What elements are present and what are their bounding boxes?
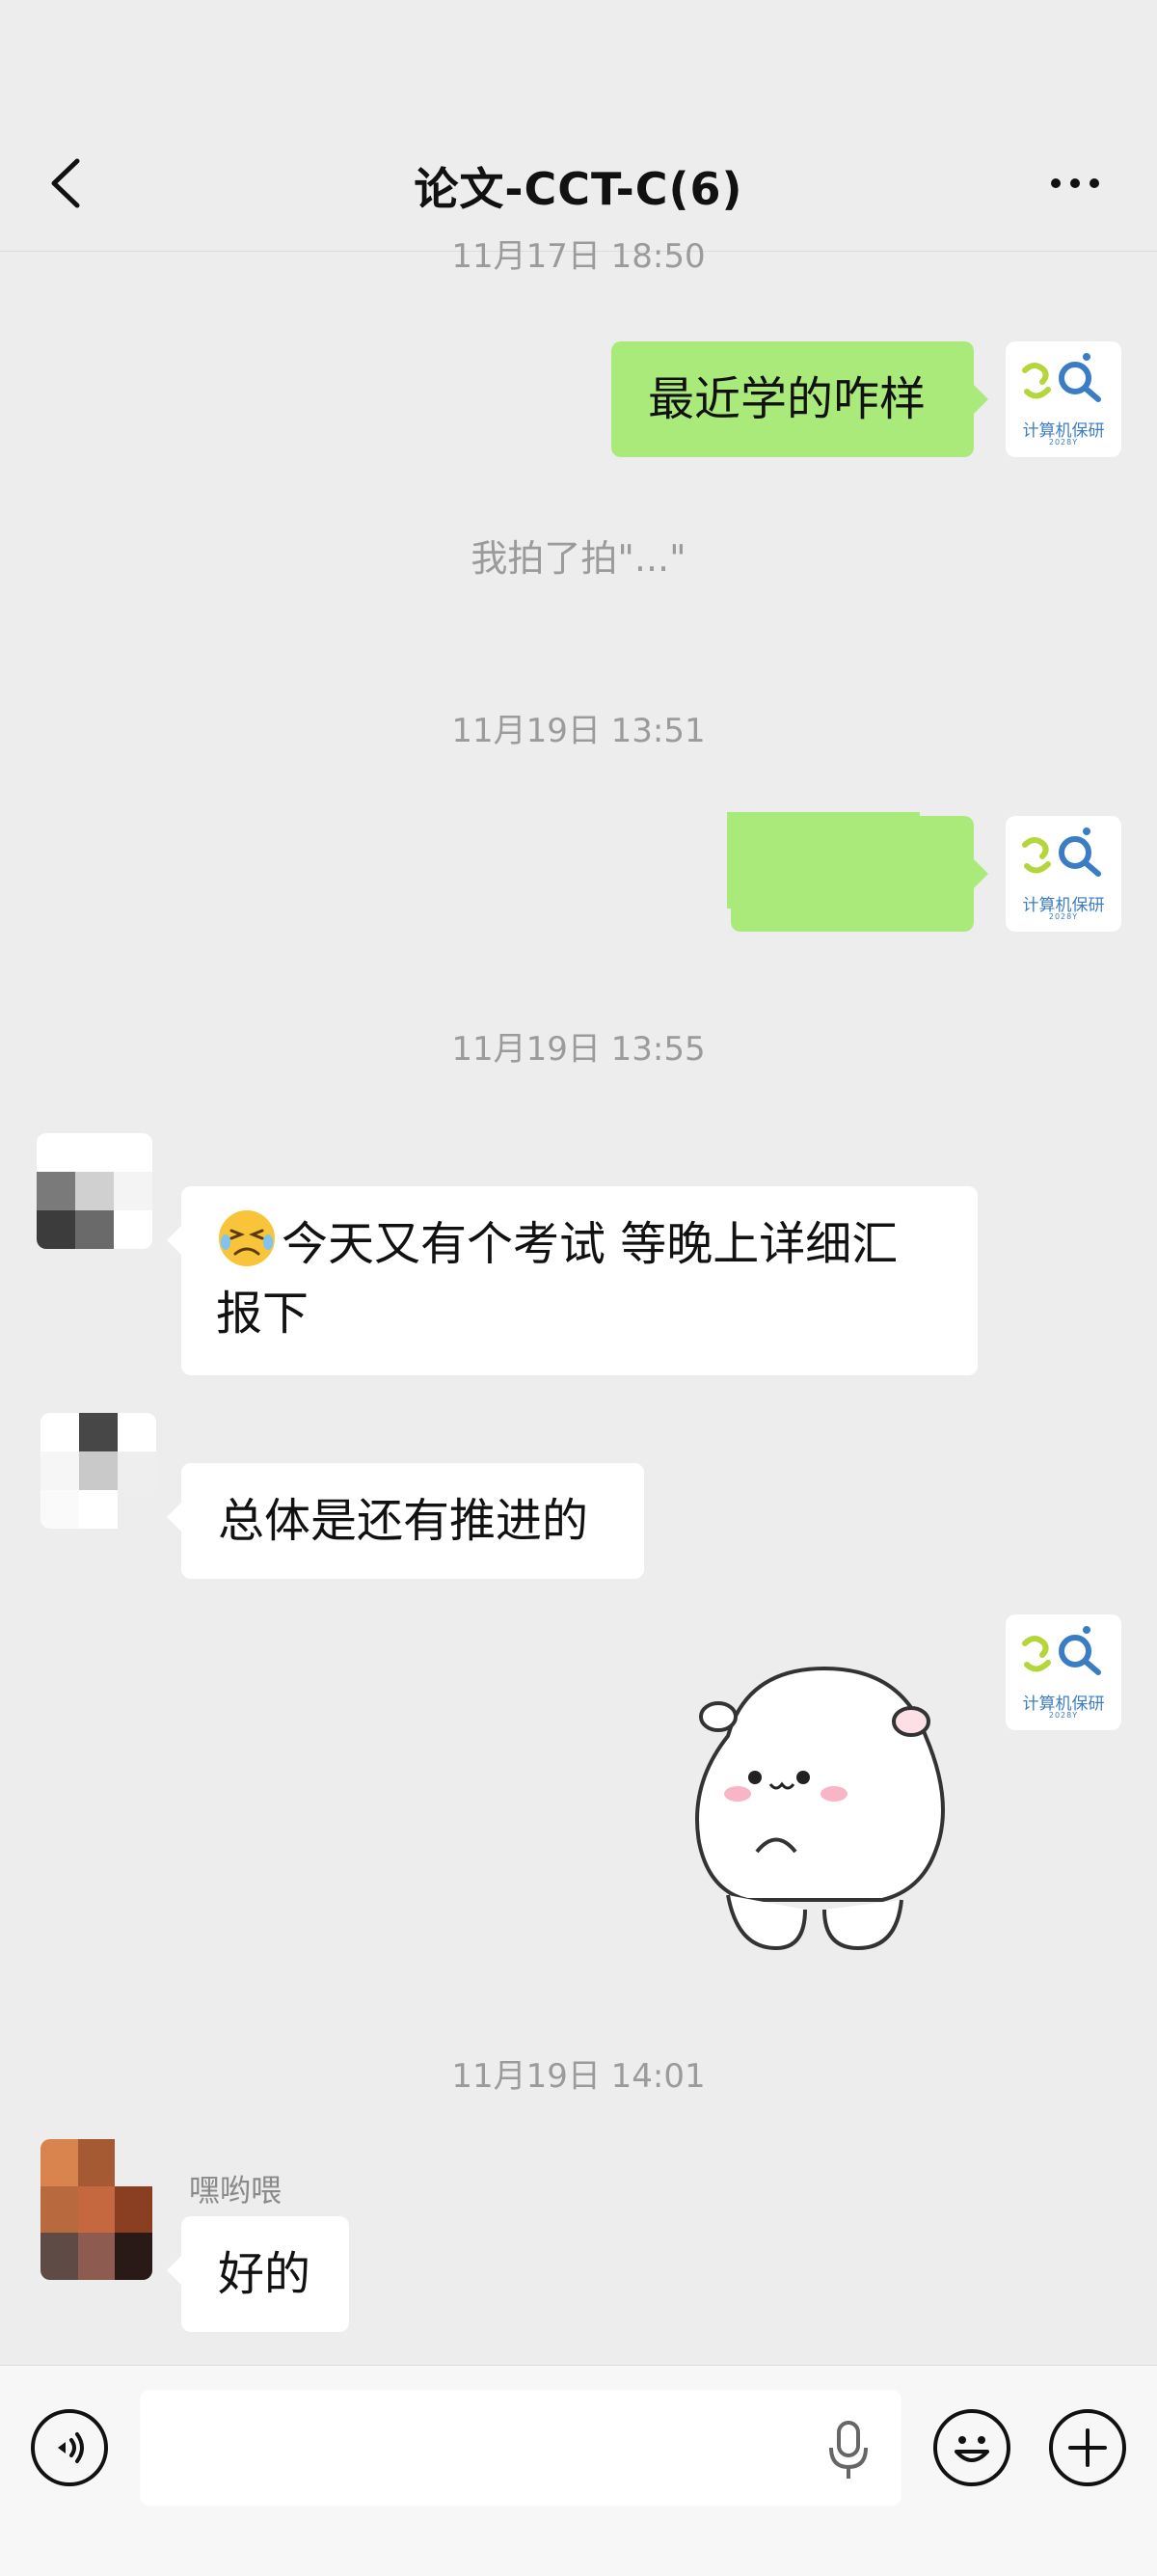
- more-options-button[interactable]: [1041, 164, 1109, 203]
- avatar-pixel: [75, 1210, 114, 1249]
- more-dot: [1090, 178, 1099, 188]
- message-text: 今天又有个考试 等晚上详细汇报下: [216, 1217, 899, 1341]
- bubble-tail: [167, 1225, 182, 1256]
- logo-icon: [1022, 353, 1101, 402]
- persevering-face-emoji: [219, 1210, 275, 1266]
- contact-avatar[interactable]: [40, 1413, 156, 1529]
- smiley-icon: [955, 2436, 989, 2462]
- my-avatar[interactable]: 计算机保研 2028Y: [1006, 1614, 1121, 1730]
- voice-mode-icon: [58, 2432, 84, 2463]
- message-bubble-mine[interactable]: 最近学的咋样: [611, 341, 988, 457]
- my-avatar[interactable]: 计算机保研 2028Y: [1006, 341, 1121, 457]
- message-bubble-other[interactable]: 总体是还有推进的: [167, 1463, 644, 1579]
- bubble-tail: [167, 1502, 182, 1532]
- avatar-pixel: [115, 2139, 152, 2186]
- message-bubble-other[interactable]: 好的: [167, 2216, 349, 2332]
- system-message: 我拍了拍"...": [0, 529, 1157, 582]
- avatar-pixel: [75, 1172, 114, 1210]
- sender-name: 嘿哟喂: [189, 2172, 283, 2209]
- avatar-pixel: [40, 1490, 79, 1529]
- avatar-pixel: [114, 1133, 152, 1172]
- avatar-pixel: [79, 1490, 118, 1529]
- avatar-pixel: [40, 2139, 78, 2186]
- chat-title: 论文-CCT-C(6): [414, 163, 743, 215]
- message-text: 总体是还有推进的: [218, 1494, 589, 1548]
- plus-icon: [1068, 2428, 1107, 2467]
- my-avatar[interactable]: 计算机保研 2028Y: [1006, 816, 1121, 932]
- logo-icon: [1022, 827, 1101, 877]
- bubble-tail: [973, 384, 988, 415]
- plus-button[interactable]: [1049, 2409, 1126, 2486]
- white-hamster-sticker[interactable]: [689, 1659, 959, 1958]
- avatar-pixel: [118, 1413, 156, 1451]
- message-text: 好的: [218, 2247, 311, 2301]
- avatar-pixel: [79, 1451, 118, 1490]
- contact-avatar[interactable]: [40, 2139, 152, 2280]
- bubble-tail: [167, 2255, 182, 2286]
- more-horizontal-icon: [1051, 178, 1061, 188]
- avatar-pixel: [118, 1451, 156, 1490]
- chat-header: 论文-CCT-C(6): [0, 0, 1157, 252]
- avatar-pixel: [40, 1451, 79, 1490]
- voice-mode-button[interactable]: [31, 2409, 108, 2486]
- avatar-pixel: [37, 1172, 75, 1210]
- avatar-pixel: [77, 2139, 116, 2186]
- avatar-pixel: [115, 2185, 152, 2234]
- message-bubble-other[interactable]: 今天又有个考试 等晚上详细汇报下: [167, 1186, 978, 1375]
- contact-avatar[interactable]: [37, 1133, 152, 1249]
- microphone-icon[interactable]: [827, 2419, 870, 2481]
- avatar-pixel: [114, 1172, 152, 1210]
- more-dot: [1070, 178, 1080, 188]
- logo-subtext: 2028Y: [1048, 912, 1079, 921]
- avatar-pixel: [40, 2185, 78, 2234]
- avatar-pixel: [77, 2233, 116, 2280]
- timestamp: 11月19日 13:51: [451, 712, 706, 750]
- logo-subtext: 2028Y: [1048, 438, 1079, 447]
- bubble-tail: [973, 858, 988, 889]
- avatar-pixel: [37, 1210, 75, 1249]
- logo-icon: [1022, 1626, 1101, 1675]
- avatar-pixel: [79, 1413, 118, 1451]
- avatar-pixel: [37, 1133, 75, 1172]
- logo-subtext: 2028Y: [1048, 1711, 1079, 1720]
- avatar-pixel: [77, 2185, 116, 2234]
- avatar-pixel: [115, 2233, 152, 2280]
- emoji-button[interactable]: [933, 2409, 1010, 2486]
- message-input[interactable]: [140, 2390, 901, 2506]
- redaction-overlay: [727, 812, 920, 908]
- system-message-text: 我拍了拍"...": [471, 537, 686, 580]
- avatar-pixel: [40, 2233, 78, 2280]
- timestamp: 11月19日 13:55: [451, 1030, 706, 1069]
- avatar-pixel: [118, 1490, 156, 1529]
- timestamp: 11月19日 14:01: [451, 2057, 706, 2096]
- avatar-pixel: [114, 1210, 152, 1249]
- message-text: 最近学的咋样: [648, 372, 927, 426]
- avatar-pixel: [75, 1133, 114, 1172]
- avatar-pixel: [40, 1413, 79, 1451]
